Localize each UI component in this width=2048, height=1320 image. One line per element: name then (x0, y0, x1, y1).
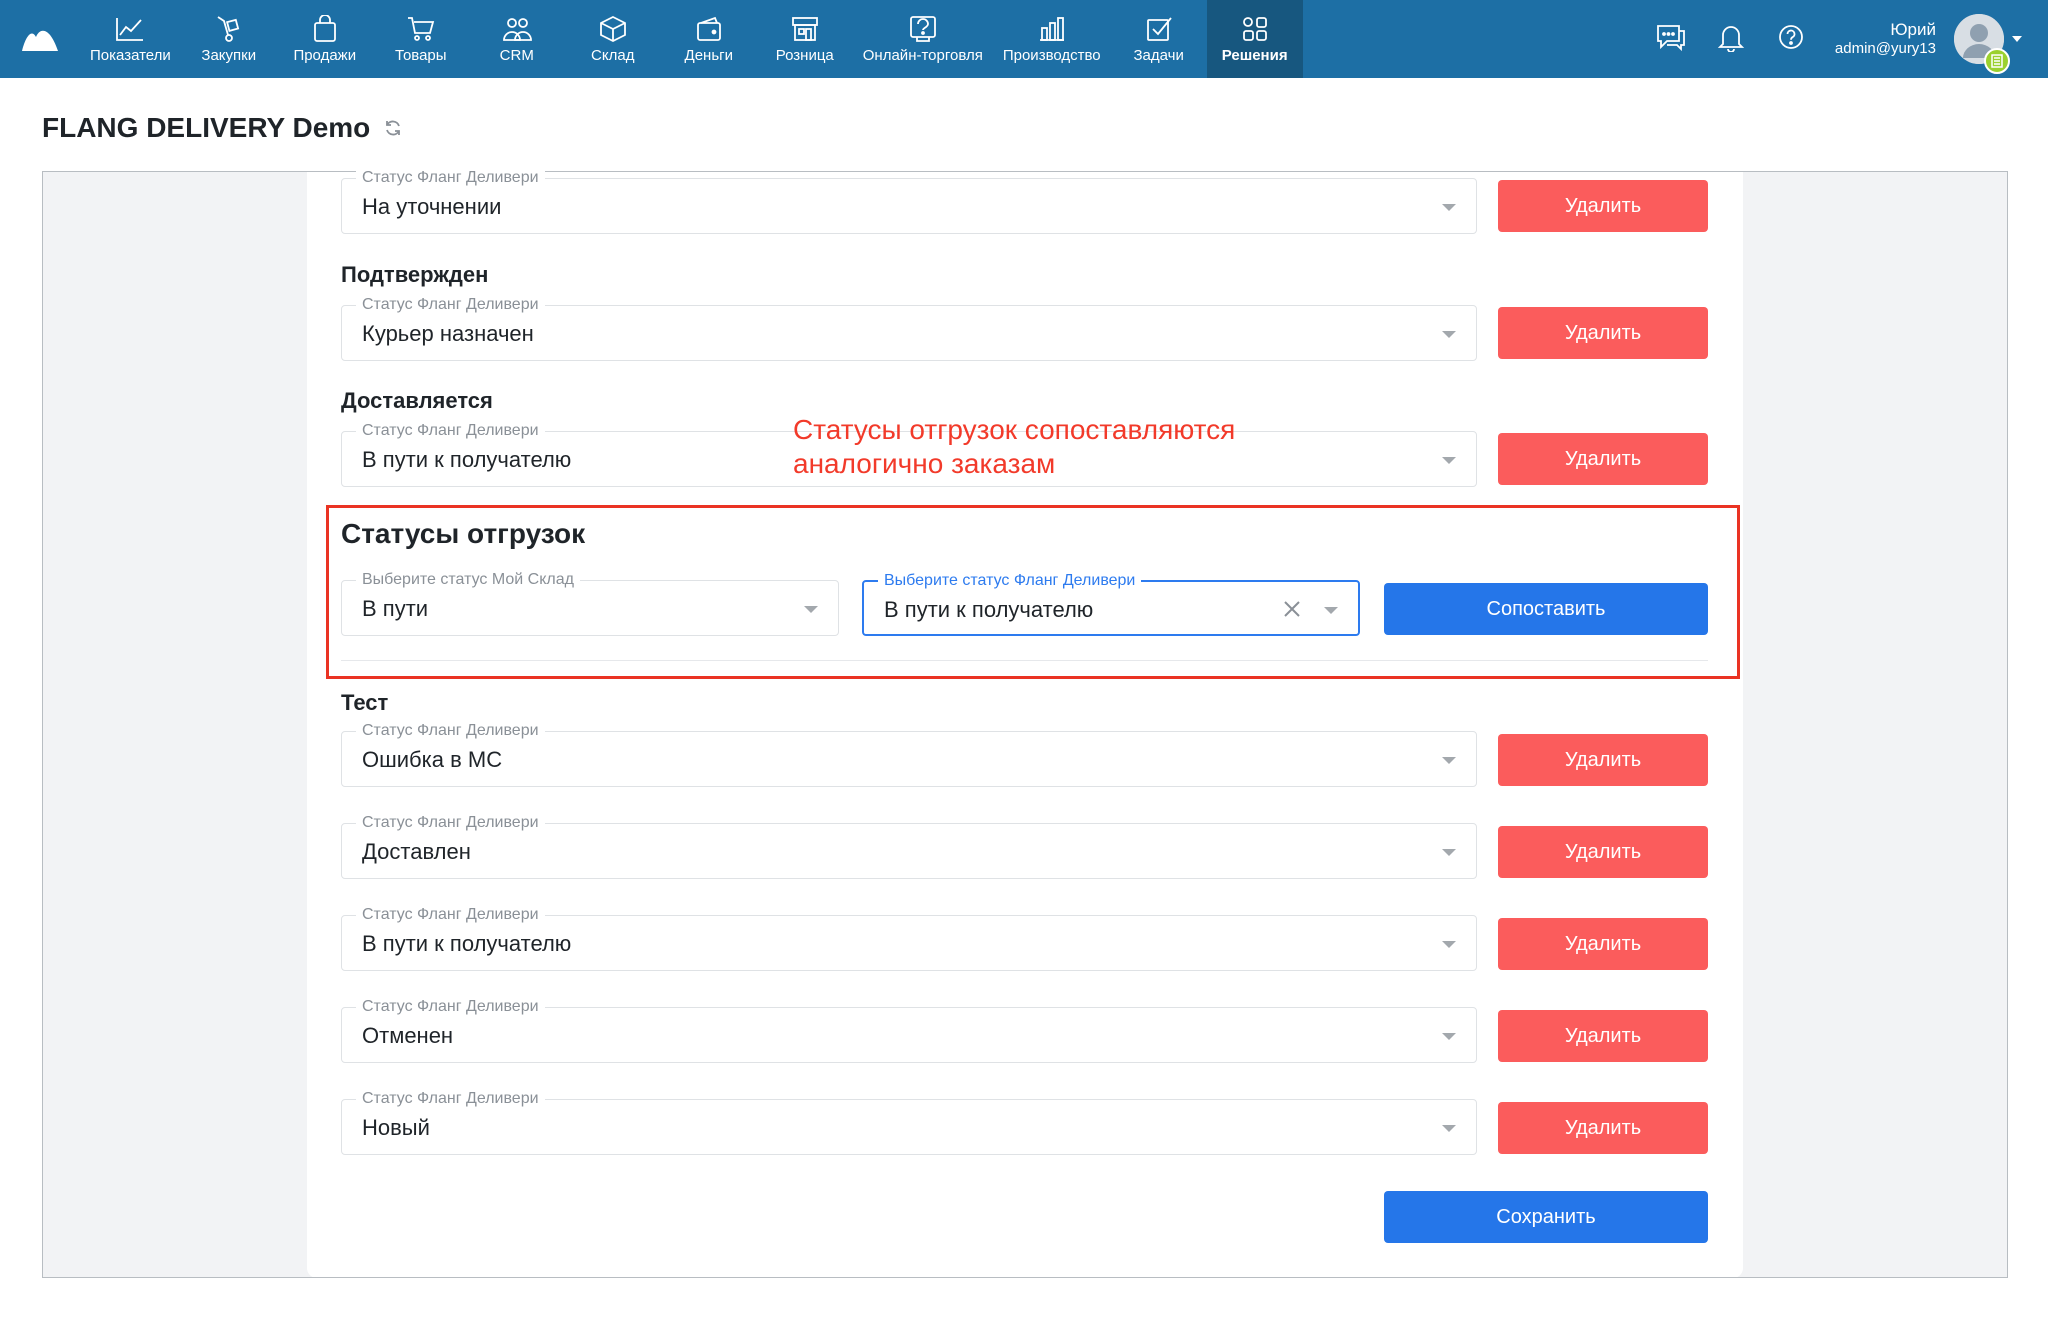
select-value: В пути к получателю (884, 597, 1094, 622)
notifications-button[interactable] (1701, 0, 1761, 78)
flang-status-select[interactable]: Статус Фланг Деливери Курьер назначен (341, 295, 1477, 361)
group-title: Тест (341, 690, 389, 715)
online-store-icon (908, 14, 938, 44)
nav-item-sales[interactable]: Продажи (277, 0, 373, 78)
avatar[interactable] (1954, 14, 2010, 74)
factory-icon (1037, 14, 1067, 44)
page-title-text: FLANG DELIVERY Demo (42, 112, 371, 143)
flang-status-select[interactable]: Статус Фланг Деливери Отменен (341, 997, 1477, 1063)
nav-item-money[interactable]: Деньги (661, 0, 757, 78)
chevron-down-icon (1324, 607, 1338, 614)
chevron-down-icon (1442, 1033, 1456, 1040)
cart-icon (406, 14, 436, 44)
help-button[interactable] (1761, 0, 1821, 78)
map-button[interactable]: Сопоставить (1384, 583, 1708, 635)
clear-icon[interactable] (1282, 599, 1302, 619)
moysklad-logo-icon[interactable] (0, 0, 80, 78)
nav-item-purchases[interactable]: Закупки (181, 0, 277, 78)
shopping-bag-icon (312, 14, 338, 44)
bell-icon (1717, 22, 1745, 57)
top-navigation-bar: Показатели Закупки Продажи Товары CRM Ск… (0, 0, 2048, 78)
chevron-down-icon (1442, 849, 1456, 856)
user-menu-chevron-down-icon[interactable] (2012, 36, 2022, 42)
tariff-badge-icon (1984, 48, 2010, 74)
chevron-down-icon (1442, 941, 1456, 948)
delete-button[interactable]: Удалить (1498, 307, 1708, 359)
flang-status-select[interactable]: Статус Фланг Деливери На уточнении (341, 168, 1477, 234)
flang-status-select-focused[interactable]: Выберите статус Фланг Деливери В пути к … (862, 571, 1360, 636)
wallet-icon (695, 14, 723, 44)
select-value: Новый (362, 1115, 430, 1140)
hand-truck-icon (214, 14, 244, 44)
chat-icon (1655, 22, 1687, 57)
refresh-icon[interactable] (384, 119, 402, 137)
select-value: Ошибка в МС (362, 747, 503, 772)
chevron-down-icon (1442, 204, 1456, 211)
chevron-down-icon (1442, 757, 1456, 764)
nav-item-solutions[interactable]: Решения (1206, 0, 1303, 78)
select-value: Курьер назначен (362, 321, 534, 346)
user-login: admin@yury13 (1834, 40, 1936, 57)
delete-button[interactable]: Удалить (1498, 826, 1708, 878)
flang-status-select[interactable]: Статус Фланг Деливери Ошибка в МС (341, 721, 1477, 787)
user-name: Юрий (1890, 20, 1936, 39)
annotation-text: Статусы отгрузок сопоставляются аналогич… (793, 414, 1236, 479)
main-nav: Показатели Закупки Продажи Товары CRM Ск… (80, 0, 1303, 78)
chevron-down-icon (1442, 1125, 1456, 1132)
save-button[interactable]: Сохранить (1384, 1191, 1708, 1243)
store-icon (790, 14, 820, 44)
user-info[interactable]: Юрий admin@yury13 (1835, 20, 1936, 58)
shipments-section-title: Статусы отгрузок (341, 518, 586, 549)
help-icon (1777, 23, 1805, 56)
chat-button[interactable] (1641, 0, 1701, 78)
delete-button[interactable]: Удалить (1498, 1102, 1708, 1154)
nav-item-crm[interactable]: CRM (469, 0, 565, 78)
select-value: Доставлен (362, 839, 471, 864)
box-icon (598, 14, 628, 44)
select-value: Отменен (362, 1023, 454, 1048)
flang-status-select[interactable]: Статус Фланг Деливери Новый (341, 1089, 1477, 1155)
delete-button[interactable]: Удалить (1498, 918, 1708, 970)
chevron-down-icon (804, 606, 818, 613)
delete-button[interactable]: Удалить (1498, 433, 1708, 485)
delete-button[interactable]: Удалить (1498, 734, 1708, 786)
select-value: На уточнении (362, 194, 502, 219)
group-title: Доставляется (341, 388, 493, 413)
delete-button[interactable]: Удалить (1498, 1010, 1708, 1062)
nav-item-retail[interactable]: Розница (757, 0, 853, 78)
nav-item-tasks[interactable]: Задачи (1111, 0, 1207, 78)
nav-item-products[interactable]: Товары (373, 0, 469, 78)
chart-line-icon (115, 14, 145, 44)
header-tools: Юрий admin@yury13 (1641, 0, 2048, 78)
moysklad-status-select[interactable]: Выберите статус Мой Склад В пути (341, 570, 839, 636)
chevron-down-icon (1442, 457, 1456, 464)
checkbox-icon (1145, 14, 1173, 44)
select-value: В пути к получателю (362, 931, 572, 956)
nav-item-warehouse[interactable]: Склад (565, 0, 661, 78)
group-title: Подтвержден (341, 262, 489, 287)
select-value: В пути (362, 596, 429, 621)
nav-item-online-trade[interactable]: Онлайн-торговля (853, 0, 993, 78)
page-title: FLANG DELIVERY Demo (42, 112, 402, 144)
users-icon (501, 14, 533, 44)
select-value: В пути к получателю (362, 447, 572, 472)
chevron-down-icon (1442, 331, 1456, 338)
flang-status-select[interactable]: Статус Фланг Деливери В пути к получател… (341, 905, 1477, 971)
nav-item-indicators[interactable]: Показатели (80, 0, 181, 78)
delete-button[interactable]: Удалить (1498, 180, 1708, 232)
divider (341, 660, 1708, 661)
nav-item-production[interactable]: Производство (993, 0, 1111, 78)
apps-icon (1240, 14, 1270, 44)
flang-status-select[interactable]: Статус Фланг Деливери Доставлен (341, 813, 1477, 879)
